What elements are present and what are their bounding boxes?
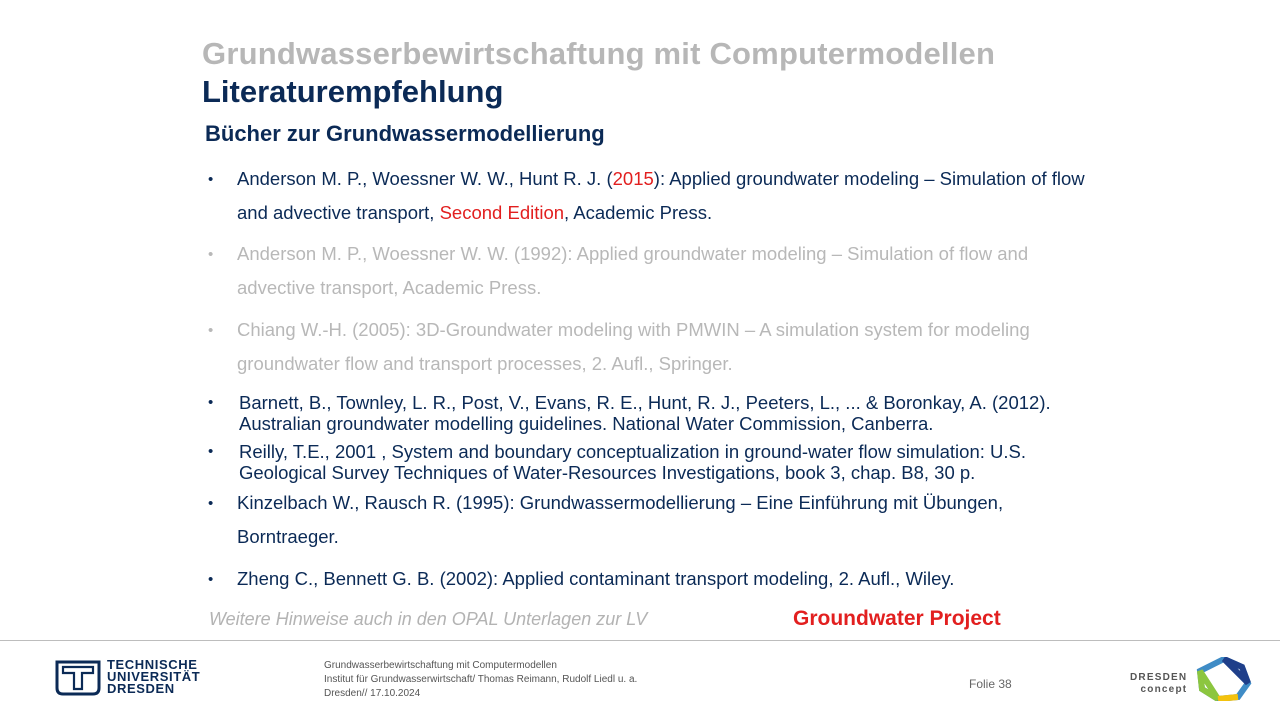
reference-text: Chiang W.-H. (2005): 3D-Groundwater mode… (237, 319, 1030, 374)
reference-text: Barnett, B., Townley, L. R., Post, V., E… (239, 392, 1051, 434)
footer-divider (0, 640, 1280, 641)
course-title: Grundwasserbewirtschaftung mit Computerm… (202, 36, 996, 71)
university-name: TECHNISCHE UNIVERSITÄT DRESDEN (107, 657, 201, 696)
reference-text: Kinzelbach W., Rausch R. (1995): Grundwa… (237, 492, 1004, 547)
bullet-icon: • (208, 443, 214, 460)
reference-text: Anderson M. P., Woessner W. W., Hunt R. … (237, 168, 1085, 223)
dresden-concept-wordmark: DRESDEN concept (1130, 672, 1188, 695)
slide-number: Folie 38 (969, 677, 1012, 691)
bullet-icon: • (208, 171, 214, 188)
bullet-icon: • (208, 246, 214, 263)
bullet-icon: • (208, 322, 214, 339)
highlighted-edition: Second Edition (439, 202, 565, 223)
groundwater-project-link[interactable]: Groundwater Project (793, 607, 1001, 631)
reference-text: Anderson M. P., Woessner W. W. (1992): A… (237, 243, 1029, 298)
opal-hint: Weitere Hinweise auch in den OPAL Unterl… (209, 609, 648, 629)
slide-title: Literaturempfehlung (202, 74, 504, 109)
reference-text: Reilly, T.E., 2001 , System and boundary… (239, 441, 1026, 483)
bullet-icon: • (208, 495, 214, 512)
footer-info: Grundwasserbewirtschaftung mit Computerm… (324, 660, 638, 699)
bullet-icon: • (208, 394, 214, 411)
bullet-icon: • (208, 571, 214, 588)
dresden-concept-logo-icon (1196, 657, 1252, 701)
highlighted-year: 2015 (612, 168, 654, 189)
reference-text: Zheng C., Bennett G. B. (2002): Applied … (237, 568, 955, 589)
section-heading: Bücher zur Grundwassermodellierung (205, 121, 605, 146)
